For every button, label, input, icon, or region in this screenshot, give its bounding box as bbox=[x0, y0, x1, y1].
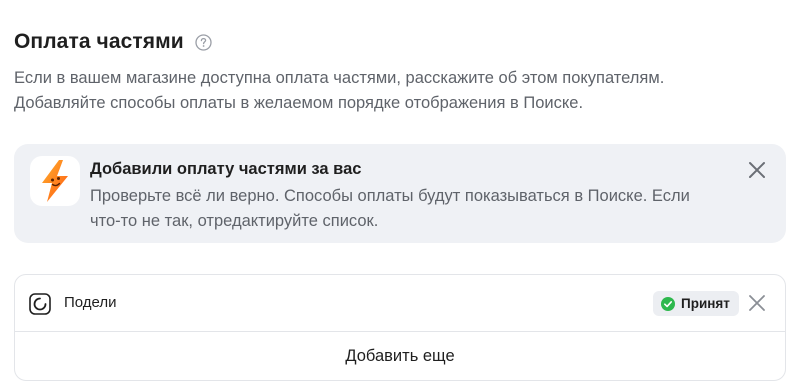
installments-settings-page: Оплата частями Если в вашем магазине дос… bbox=[0, 0, 800, 391]
close-notice-button[interactable] bbox=[746, 159, 768, 181]
close-icon bbox=[749, 162, 765, 178]
payment-method-name: Подели bbox=[64, 294, 117, 311]
question-circle-icon[interactable] bbox=[195, 33, 212, 51]
status-label: Принят bbox=[681, 296, 730, 311]
auto-added-notice: Добавили оплату частями за вас Проверьте… bbox=[14, 144, 786, 243]
notice-title: Добавили оплату частями за вас bbox=[90, 160, 362, 178]
payment-methods-list: Подели Принят Добавить еще bbox=[14, 274, 786, 381]
check-circle-icon bbox=[661, 296, 675, 311]
remove-method-button[interactable] bbox=[746, 292, 768, 314]
section-description: Если в вашем магазине доступна оплата ча… bbox=[14, 66, 794, 116]
status-badge: Принят bbox=[653, 291, 739, 316]
podeli-logo-icon bbox=[29, 293, 51, 315]
list-item[interactable]: Подели Принят bbox=[15, 275, 785, 332]
description-line: Добавляйте способы оплаты в желаемом пор… bbox=[14, 94, 584, 112]
notice-text: Проверьте всё ли верно. Способы оплаты б… bbox=[90, 184, 730, 234]
notice-text-line: Проверьте всё ли верно. Способы оплаты б… bbox=[90, 187, 690, 205]
section-header: Оплата частями bbox=[14, 30, 212, 54]
page-title: Оплата частями bbox=[14, 30, 184, 53]
description-line: Если в вашем магазине доступна оплата ча… bbox=[14, 69, 665, 87]
lightning-mascot-icon bbox=[30, 156, 80, 206]
add-more-button[interactable]: Добавить еще bbox=[15, 332, 785, 381]
notice-text-line: что-то не так, отредактируйте список. bbox=[90, 212, 379, 230]
close-icon bbox=[749, 295, 765, 311]
